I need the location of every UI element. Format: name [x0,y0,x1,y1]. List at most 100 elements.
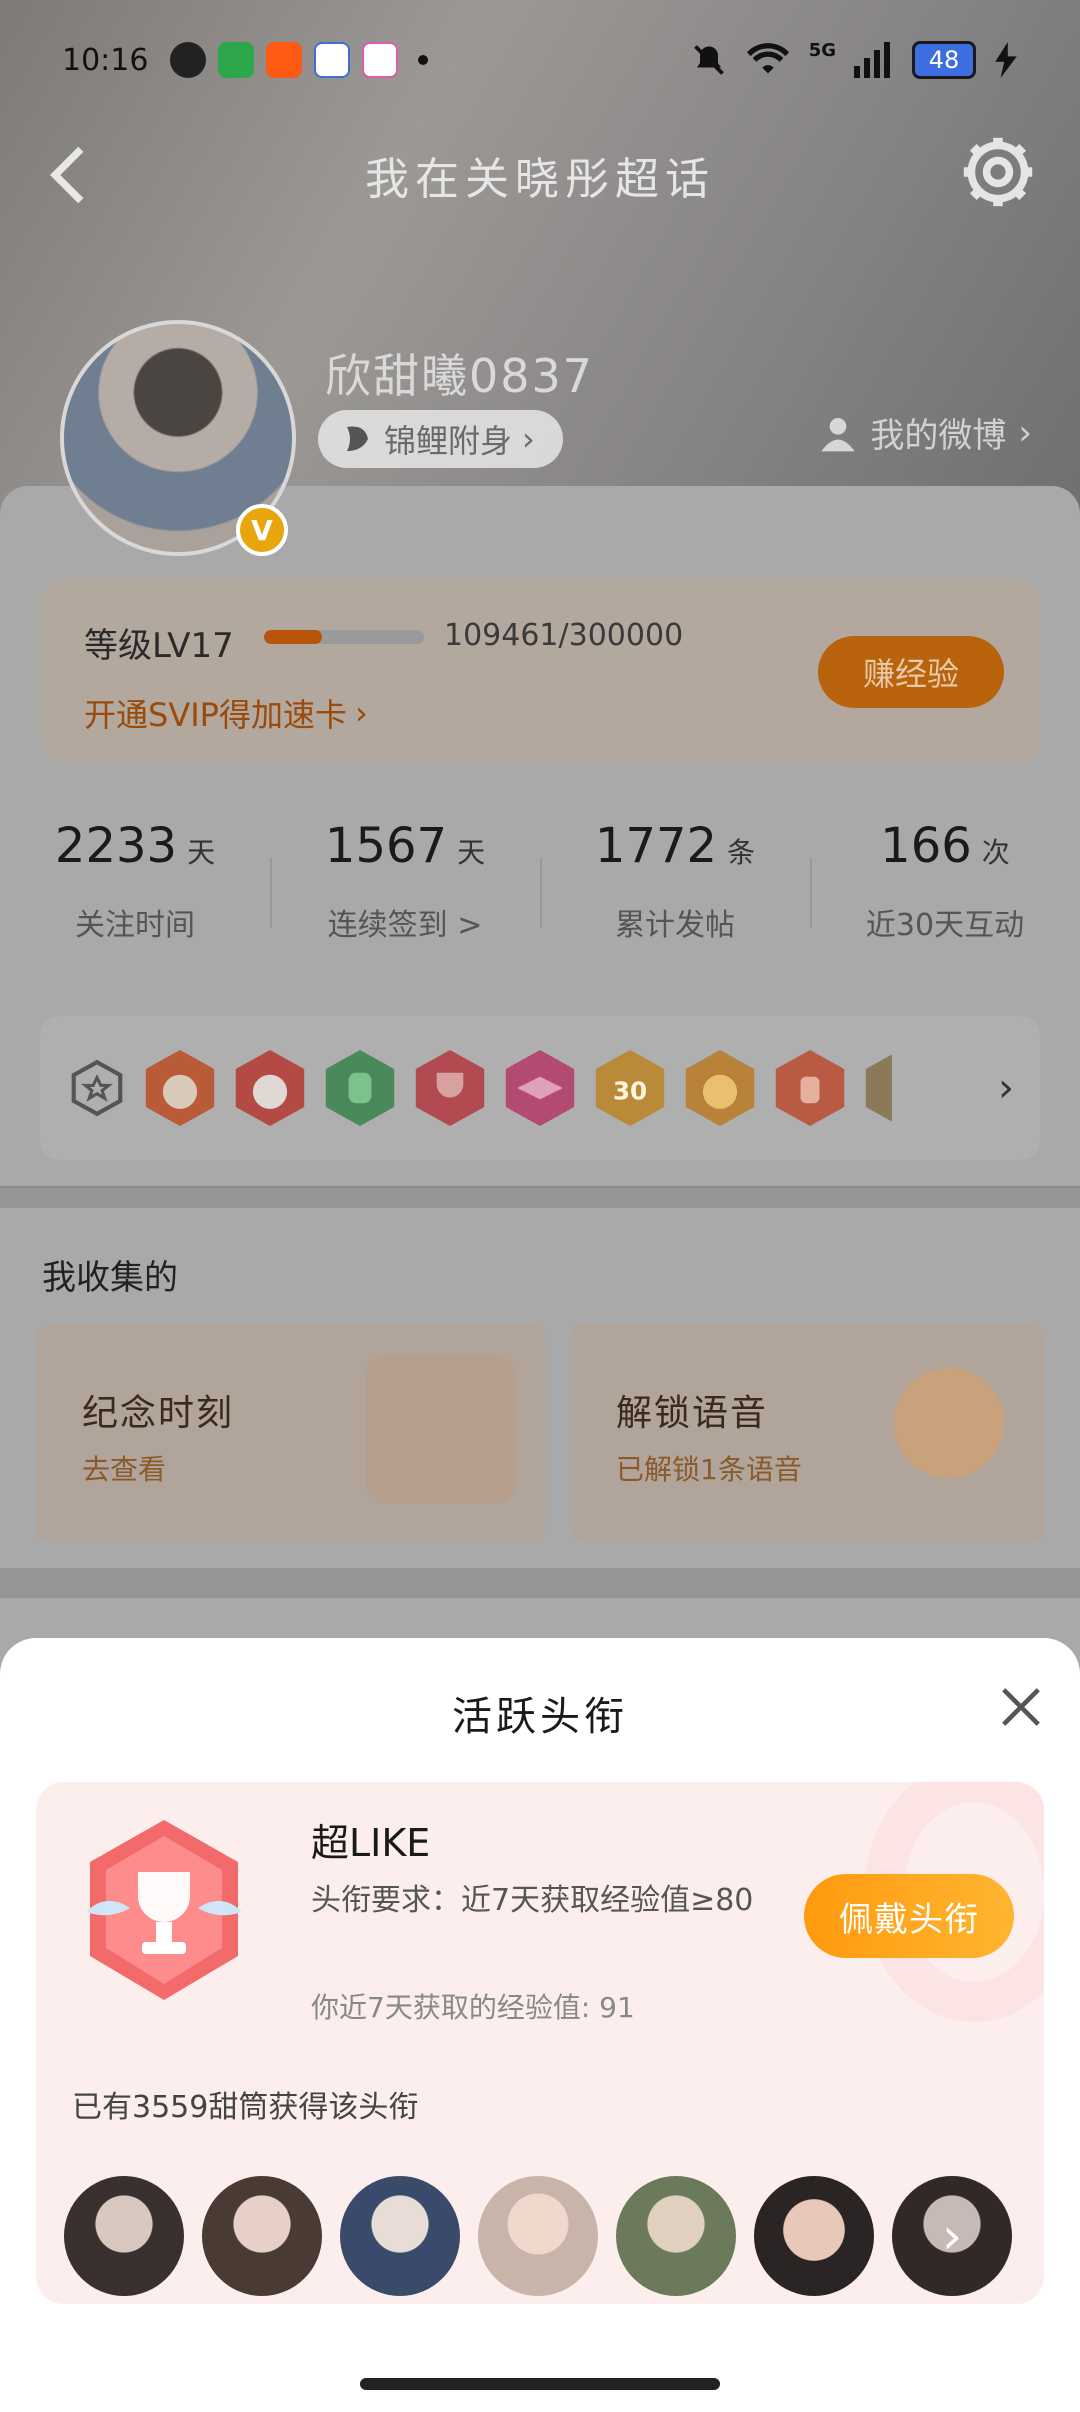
mute-icon [693,45,724,75]
owner-avatar[interactable] [478,2176,598,2296]
owner-avatar[interactable] [64,2176,184,2296]
video-app-icon [218,42,255,78]
battery-level: 48 [912,41,976,79]
status-time: 10:16 [62,42,149,78]
title-name: 超LIKE [311,1821,431,1865]
stats-row: 2233 天 关注时间 1567 天 连续签到 > 1772 条 累计发帖 166 次 … [0,818,1080,968]
svip-link[interactable]: 开通SVIP得加速卡 › [84,690,368,736]
level-card: 等级LV17 109461/300000 开通SVIP得加速卡 › 赚经验 [40,578,1040,762]
signal-icon [854,42,890,78]
section-divider [0,1188,1080,1208]
network-type: 5G [808,39,836,61]
stat-checkin[interactable]: 1567 天 连续签到 > [270,818,540,968]
owner-avatar[interactable] [616,2176,736,2296]
active-title-sheet: 活跃头衔 超LIKE 头衔要求：近7天获取经验值≥80 你近7天获取的经验值: … [0,1638,1080,2412]
partial-medal-icon[interactable] [862,1046,892,1130]
memorial-moments-card[interactable]: 纪念时刻 去查看 [36,1324,546,1542]
my-exp-text: 你近7天获取的经验值: 91 [311,1991,635,2024]
my-weibo-label: 我的微博 [870,416,1007,456]
level-label: 等级LV17 [84,626,234,666]
title-requirement: 头衔要求：近7天获取经验值≥80 [311,1883,754,1918]
chevron-right-icon: › [522,420,535,458]
chevron-right-icon: › [892,2176,1012,2296]
close-icon[interactable] [998,1684,1044,1730]
wear-title-button[interactable]: 佩戴头衔 [804,1874,1014,1958]
top-nav: 我在关晓彤超话 [0,130,1080,220]
stat-label: 连续签到 > [327,908,483,943]
owner-avatar-more[interactable]: › [892,2176,1012,2296]
user-icon [821,417,856,451]
owners-count-text: 已有3559甜筒获得该头衔 [72,2090,419,2125]
stat-value: 166 [880,818,972,874]
wechat-icon [170,42,207,78]
username: 欣甜曦0837 [325,349,595,403]
koi-icon [347,426,368,451]
chevron-right-icon[interactable]: › [998,1065,1014,1111]
collection-title: 我收集的 [42,1258,178,1298]
stat-value: 2233 [54,818,178,874]
stat-interactions: 166 次 近30天互动 [810,818,1080,968]
back-icon[interactable] [38,142,98,208]
stat-label: 关注时间 [75,908,195,943]
stat-unit: 条 [727,836,756,869]
voice-wave-icon [894,1368,1004,1478]
chevron-right-icon: › [1018,412,1032,453]
profile-header: V 欣甜曦0837 锦鲤附身 › 我的微博 › [0,320,1080,560]
koi-label: 锦鲤附身 [384,422,513,460]
trophy-badge-icon [86,1820,242,2000]
gallery-icon [362,42,399,78]
my-weibo-link[interactable]: 我的微博 › [818,408,1032,457]
stat-unit: 次 [981,836,1010,869]
rabbit-medal-icon[interactable] [142,1046,218,1130]
calendar-icon [366,1354,516,1504]
badge-wall-icon [71,1059,123,1117]
kuaishou-icon [266,42,303,78]
unlock-voice-card[interactable]: 解锁语音 已解锁1条语音 [570,1324,1044,1542]
hand-medal-icon[interactable] [322,1046,398,1130]
card-title: 纪念时刻 [82,1393,235,1434]
sheet-title: 活跃头衔 [452,1694,628,1740]
stat-follow-time: 2233 天 关注时间 [0,818,270,968]
status-bar: 10:16 5G 48 [0,0,1080,120]
level-progress-bar [264,630,424,644]
owner-avatar[interactable] [202,2176,322,2296]
gamepass-icon [314,42,351,78]
card-title: 解锁语音 [616,1393,769,1434]
cheer-medal-icon[interactable] [682,1046,758,1130]
medal-30-text: 30 [613,1076,647,1105]
home-indicator[interactable] [360,2378,720,2390]
cap-medal-icon[interactable] [502,1046,578,1130]
svip-link-label: 开通SVIP得加速卡 [84,696,347,734]
stat-value: 1567 [324,818,448,874]
page: 10:16 5G 48 我在关晓彤超话 V 欣甜曦0837 锦鲤附身 › 我的微… [0,0,1080,2412]
koi-button[interactable]: 锦鲤附身 › [318,410,563,468]
gear-icon[interactable] [960,134,1036,210]
collection-section: 我收集的 纪念时刻 去查看 解锁语音 已解锁1条语音 [0,1208,1080,1568]
verified-badge-icon: V [236,504,288,556]
rock-medal-icon[interactable] [772,1046,848,1130]
badge-row[interactable]: 30 › [40,1016,1040,1160]
owner-avatars: › [64,2176,1012,2296]
title-card: 超LIKE 头衔要求：近7天获取经验值≥80 你近7天获取的经验值: 91 佩戴… [36,1782,1044,2304]
trophy-medal-icon[interactable] [412,1046,488,1130]
stat-unit: 天 [457,836,486,869]
card-subtitle: 去查看 [82,1453,167,1486]
stat-label: 近30天互动 [865,908,1025,943]
page-title: 我在关晓彤超话 [365,154,715,205]
owner-avatar[interactable] [340,2176,460,2296]
earn-exp-button[interactable]: 赚经验 [818,636,1004,708]
owner-avatar[interactable] [754,2176,874,2296]
stat-posts: 1772 条 累计发帖 [540,818,810,968]
card-subtitle: 已解锁1条语音 [616,1453,802,1486]
more-notifications-icon [418,55,429,65]
level-progress-text: 109461/300000 [444,618,684,653]
section-divider [0,1568,1080,1598]
charging-icon [995,42,1017,78]
bunny-medal-icon[interactable] [232,1046,308,1130]
30-days-medal-icon[interactable]: 30 [592,1046,668,1130]
level-progress-fill [264,630,323,644]
status-right: 5G 48 [691,39,1018,79]
chevron-right-icon: › [354,694,368,732]
wifi-icon [746,43,789,74]
stat-unit: 天 [187,836,216,869]
